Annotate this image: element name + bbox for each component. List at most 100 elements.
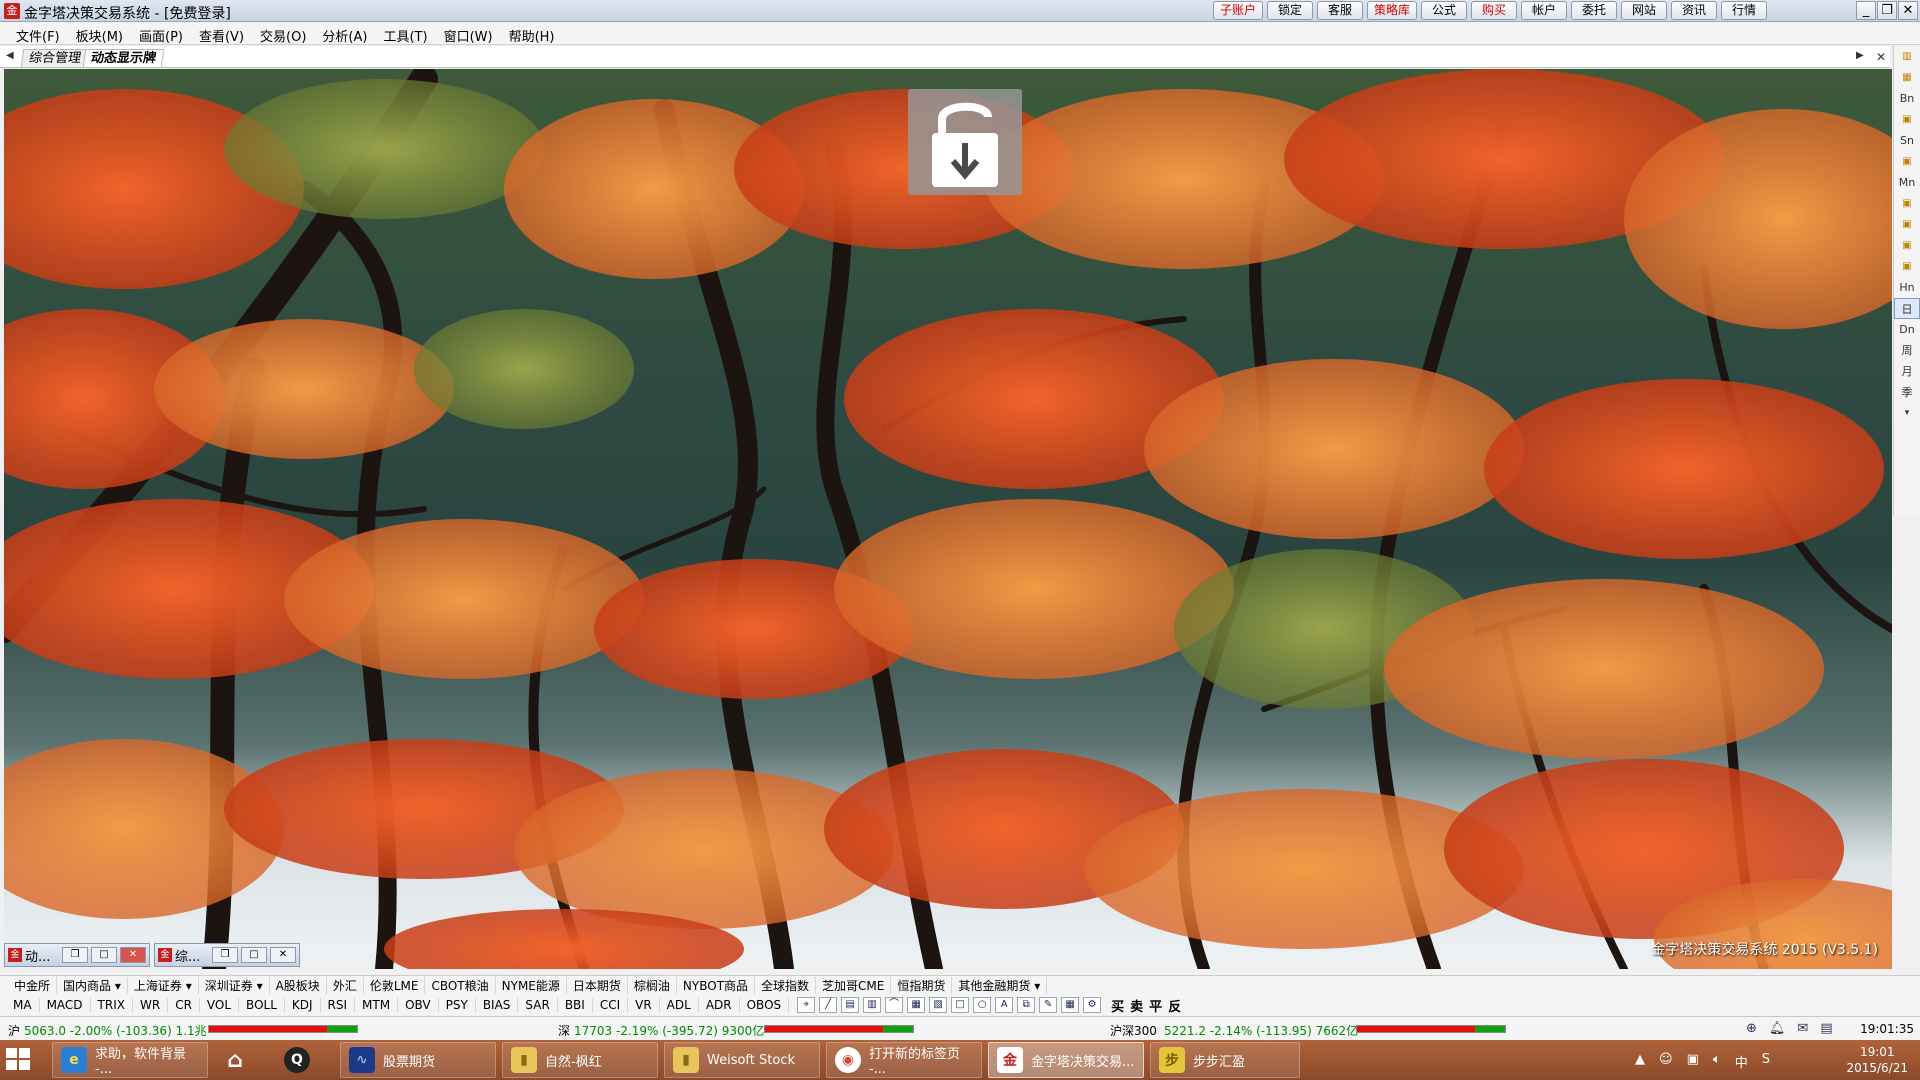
period-week[interactable]: 周 [1894,340,1920,361]
tray-expand-icon[interactable]: ▲ [1635,1052,1645,1071]
website-button[interactable]: 网站 [1621,1,1668,20]
draw-table-icon[interactable]: ▦ [1061,997,1080,1013]
period-bn[interactable]: Bn [1894,88,1920,109]
market-tab[interactable]: 上海证券 ▾ [128,977,199,994]
menu-sector[interactable]: 板块(M) [68,23,131,45]
taskbar-pyramid[interactable]: 金 金字塔决策交易... [988,1042,1144,1078]
indicator-button[interactable]: ADR [699,998,740,1012]
restore-icon[interactable]: ❐ [212,947,238,963]
maximize-icon[interactable]: □ [241,947,267,963]
indicator-button[interactable]: MA [6,998,40,1012]
formula-button[interactable]: 公式 [1421,1,1468,20]
menu-view[interactable]: 查看(V) [191,23,252,45]
draw-rect-icon[interactable]: □ [951,997,970,1013]
period-quarter[interactable]: 季 [1894,382,1920,403]
minute-60-icon[interactable]: ▣ [1894,235,1920,256]
more-periods-icon[interactable]: ▾ [1894,403,1920,424]
taskbar-folder-maple[interactable]: ▮ 自然-枫红 [502,1042,658,1078]
market-tab[interactable]: 日本期货 [567,977,628,994]
customer-service-button[interactable]: 客服 [1317,1,1364,20]
taskbar-bubu[interactable]: 步 步步汇盈 [1150,1042,1300,1078]
entrust-button[interactable]: 委托 [1571,1,1618,20]
period-dn[interactable]: Dn [1894,319,1920,340]
news-button[interactable]: 资讯 [1671,1,1718,20]
draw-chart-icon[interactable]: ⌒ [885,997,904,1013]
indicator-button[interactable]: BBI [558,998,593,1012]
minimize-button[interactable]: _ [1856,1,1876,20]
indicator-button[interactable]: MACD [40,998,91,1012]
taskbar-ie[interactable]: e 求助，软件背景 -... [52,1042,208,1078]
volume-icon[interactable]: 🔈︎ [1713,1052,1721,1071]
calculator-icon[interactable]: ▤ [1820,1021,1832,1036]
purchase-button[interactable]: 购买 [1471,1,1518,20]
draw-fib-icon[interactable]: ▧ [929,997,948,1013]
draw-cursor-icon[interactable]: ⌖ [797,997,816,1013]
maximize-icon[interactable]: □ [91,947,117,963]
tick-chart-icon[interactable]: ▦ [1894,67,1920,88]
tab-dynamic-display[interactable]: 动态显示牌 [82,49,165,67]
taskbar-clock[interactable]: 19:01 2015/6/21 [1846,1044,1908,1076]
tab-general-management[interactable]: 综合管理 [20,49,90,67]
sell-button[interactable]: 卖 [1130,996,1143,1015]
close-button[interactable]: ✕ [1898,1,1918,20]
close-position-button[interactable]: 平 [1149,996,1162,1015]
taskbar-folder-weisoft[interactable]: ▮ Weisoft Stock [664,1042,820,1078]
market-tab[interactable]: 恒指期货 [891,977,953,994]
strategy-library-button[interactable]: 策略库 [1367,1,1418,20]
hour-icon[interactable]: ▣ [1894,256,1920,277]
market-tab[interactable]: 全球指数 [755,977,817,994]
draw-grid-icon[interactable]: ▦ [907,997,926,1013]
indicator-button[interactable]: OBOS [740,998,790,1012]
draw-copy-icon[interactable]: ⧉ [1017,997,1036,1013]
draw-line-icon[interactable]: ╱ [819,997,838,1013]
indicator-button[interactable]: WR [133,998,169,1012]
indicator-button[interactable]: MTM [355,998,399,1012]
ime-indicator[interactable]: 中 [1735,1052,1748,1071]
menu-help[interactable]: 帮助(H) [501,23,563,45]
taskbar-home[interactable]: ⌂ [214,1042,270,1078]
indicator-button[interactable]: PSY [439,998,476,1012]
draw-bars-icon[interactable]: ▥ [863,997,882,1013]
market-tab[interactable]: 棕榈油 [628,977,677,994]
windows-start-icon[interactable] [6,1048,32,1072]
draw-text-icon[interactable]: ▤ [841,997,860,1013]
period-day[interactable]: 日 [1894,298,1920,319]
market-tab[interactable]: 伦敦LME [364,977,426,994]
period-month[interactable]: 月 [1894,361,1920,382]
tab-scroll-right-icon[interactable]: ▶ [1856,50,1864,61]
market-tab[interactable]: 中金所 [8,977,58,994]
reverse-position-button[interactable]: 反 [1168,996,1181,1015]
taskbar-stock-futures[interactable]: ∿ 股票期货 [340,1042,496,1078]
indicator-button[interactable]: OBV [398,998,439,1012]
indicator-button[interactable]: CCI [593,998,629,1012]
indicator-button[interactable]: RSI [321,998,356,1012]
close-icon[interactable]: ✕ [120,947,146,963]
market-tab[interactable]: 其他金融期货 ▾ [952,977,1048,994]
period-mn[interactable]: Mn [1894,172,1920,193]
restore-icon[interactable]: ❐ [62,947,88,963]
menu-trade[interactable]: 交易(O) [252,23,314,45]
sub-account-button[interactable]: 子账户 [1213,1,1264,20]
period-sn[interactable]: Sn [1894,130,1920,151]
menu-tools[interactable]: 工具(T) [375,23,435,45]
tab-scroll-left-icon[interactable]: ◀ [6,50,14,61]
indicator-button[interactable]: TRIX [91,998,133,1012]
minute-15-icon[interactable]: ▣ [1894,193,1920,214]
market-tab[interactable]: 芝加哥CME [816,977,892,994]
indicator-button[interactable]: BOLL [239,998,285,1012]
period-hn[interactable]: Hn [1894,277,1920,298]
menu-file[interactable]: 文件(F) [8,23,68,45]
indicator-button[interactable]: KDJ [285,998,321,1012]
unlock-download-overlay[interactable] [908,89,1022,195]
minimized-window-general[interactable]: 金 综... ❐ □ ✕ [154,943,300,967]
taskbar-chrome[interactable]: ◉ 打开新的标签页 -... [826,1042,982,1078]
market-tab[interactable]: CBOT粮油 [425,977,496,994]
lock-button[interactable]: 锁定 [1267,1,1314,20]
draw-erase-icon[interactable]: ✎ [1039,997,1058,1013]
quotes-button[interactable]: 行情 [1721,1,1768,20]
indicator-button[interactable]: SAR [518,998,558,1012]
tray-user-icon[interactable]: ☺ [1659,1052,1673,1071]
network-icon[interactable]: ▣ [1687,1052,1699,1071]
minute-1-icon[interactable]: ▣ [1894,109,1920,130]
menu-window[interactable]: 窗口(W) [436,23,501,45]
